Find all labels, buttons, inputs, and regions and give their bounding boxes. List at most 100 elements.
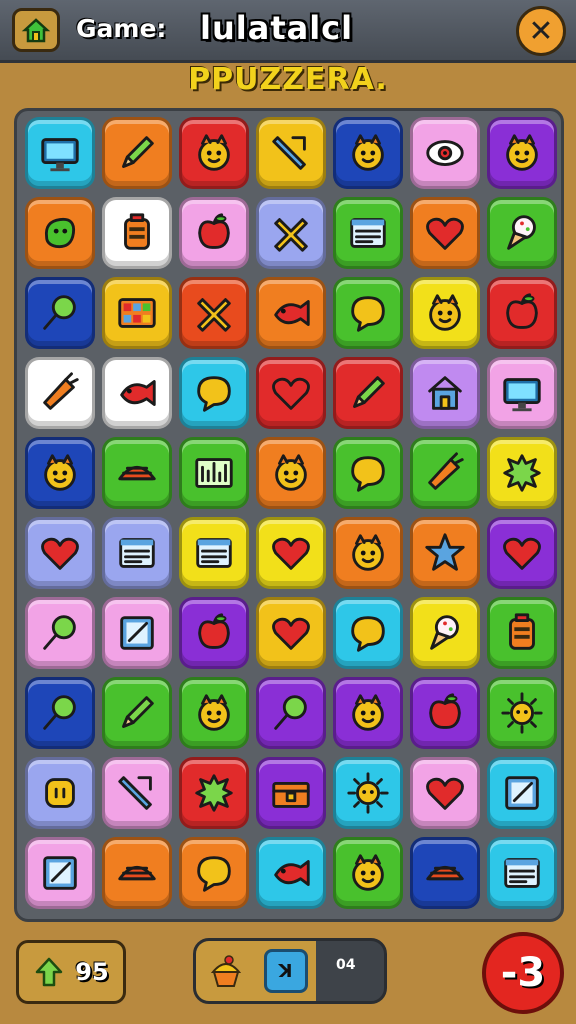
puzzle-tile[interactable] bbox=[179, 197, 249, 269]
puzzle-tile[interactable] bbox=[256, 437, 326, 509]
tool-icon bbox=[118, 776, 152, 810]
moves-counter-button[interactable]: -3 bbox=[482, 932, 564, 1014]
puzzle-tile[interactable] bbox=[410, 837, 480, 909]
puzzle-tile[interactable] bbox=[256, 357, 326, 429]
puzzle-tile[interactable] bbox=[102, 357, 172, 429]
puzzle-tile[interactable] bbox=[25, 757, 95, 829]
puzzle-tile[interactable] bbox=[410, 757, 480, 829]
puzzle-tile[interactable] bbox=[256, 197, 326, 269]
puzzle-tile[interactable] bbox=[256, 837, 326, 909]
puzzle-tile[interactable] bbox=[256, 677, 326, 749]
game-label: Game: bbox=[76, 14, 167, 43]
puzzle-tile[interactable] bbox=[410, 277, 480, 349]
puzzle-tile[interactable] bbox=[333, 277, 403, 349]
puzzle-tile[interactable] bbox=[102, 277, 172, 349]
apple-icon bbox=[429, 693, 461, 729]
puzzle-tile[interactable] bbox=[487, 517, 557, 589]
jar-icon bbox=[124, 213, 150, 250]
puzzle-tile[interactable] bbox=[25, 277, 95, 349]
star-icon bbox=[425, 533, 465, 571]
puzzle-tile[interactable] bbox=[410, 597, 480, 669]
critter-icon bbox=[506, 134, 538, 171]
puzzle-tile[interactable] bbox=[487, 597, 557, 669]
puzzle-tile[interactable] bbox=[410, 437, 480, 509]
puzzle-tile[interactable] bbox=[256, 277, 326, 349]
puzzle-tile[interactable] bbox=[487, 277, 557, 349]
puzzle-tile[interactable] bbox=[25, 437, 95, 509]
puzzle-tile[interactable] bbox=[179, 677, 249, 749]
puzzle-tile[interactable] bbox=[179, 517, 249, 589]
puzzle-tile[interactable] bbox=[102, 597, 172, 669]
puzzle-tile[interactable] bbox=[102, 197, 172, 269]
puzzle-tile[interactable] bbox=[333, 517, 403, 589]
puzzle-tile[interactable] bbox=[179, 757, 249, 829]
ball-icon bbox=[426, 865, 464, 881]
puzzle-tile[interactable] bbox=[256, 517, 326, 589]
puzzle-tile[interactable] bbox=[333, 197, 403, 269]
puzzle-tile[interactable] bbox=[487, 197, 557, 269]
tile-grid bbox=[25, 117, 559, 911]
puzzle-tile[interactable] bbox=[410, 197, 480, 269]
magnifier-icon bbox=[43, 295, 76, 330]
heart-icon bbox=[503, 537, 541, 570]
puzzle-tile[interactable] bbox=[487, 837, 557, 909]
puzzle-tile[interactable] bbox=[487, 117, 557, 189]
puzzle-tile[interactable] bbox=[487, 357, 557, 429]
puzzle-tile[interactable] bbox=[25, 837, 95, 909]
puzzle-tile[interactable] bbox=[179, 597, 249, 669]
puzzle-tile[interactable] bbox=[25, 197, 95, 269]
puzzle-tile[interactable] bbox=[179, 837, 249, 909]
puzzle-tile[interactable] bbox=[25, 357, 95, 429]
booster-count: 04 bbox=[336, 957, 356, 973]
puzzle-tile[interactable] bbox=[410, 117, 480, 189]
note-icon bbox=[196, 538, 232, 568]
cupcake-booster-icon[interactable] bbox=[205, 950, 247, 992]
puzzle-tile[interactable] bbox=[333, 677, 403, 749]
note-icon bbox=[504, 858, 540, 888]
eye-icon bbox=[426, 140, 464, 166]
puzzle-tile[interactable] bbox=[410, 357, 480, 429]
puzzle-tile[interactable] bbox=[102, 757, 172, 829]
icecream-icon bbox=[507, 215, 536, 250]
puzzle-tile[interactable] bbox=[256, 597, 326, 669]
heart-icon bbox=[41, 537, 79, 570]
puzzle-tile[interactable] bbox=[410, 517, 480, 589]
puzzle-tile[interactable] bbox=[487, 437, 557, 509]
puzzle-tile[interactable] bbox=[333, 757, 403, 829]
puzzle-tile[interactable] bbox=[102, 517, 172, 589]
score-value: 95 bbox=[75, 958, 109, 986]
puzzle-tile[interactable] bbox=[333, 437, 403, 509]
puzzle-tile[interactable] bbox=[333, 837, 403, 909]
puzzle-tile[interactable] bbox=[102, 117, 172, 189]
puzzle-tile[interactable] bbox=[333, 597, 403, 669]
puzzle-tile[interactable] bbox=[102, 677, 172, 749]
heart-icon bbox=[272, 537, 310, 570]
close-button[interactable]: ✕ bbox=[516, 6, 566, 56]
puzzle-tile[interactable] bbox=[25, 117, 95, 189]
puzzle-tile[interactable] bbox=[333, 357, 403, 429]
heart-icon bbox=[426, 777, 464, 810]
puzzle-tile[interactable] bbox=[179, 437, 249, 509]
home-button[interactable] bbox=[12, 8, 60, 52]
frame-icon bbox=[43, 856, 77, 890]
apple-icon bbox=[198, 613, 230, 649]
house-icon bbox=[428, 376, 462, 410]
letter-booster-button[interactable]: ꓘ bbox=[263, 949, 308, 993]
puzzle-tile[interactable] bbox=[179, 117, 249, 189]
puzzle-tile[interactable] bbox=[487, 677, 557, 749]
puzzle-tile[interactable] bbox=[410, 677, 480, 749]
puzzle-tile[interactable] bbox=[102, 837, 172, 909]
puzzle-tile[interactable] bbox=[256, 757, 326, 829]
carrot-icon bbox=[428, 452, 464, 490]
monitor-icon bbox=[503, 378, 541, 412]
puzzle-tile[interactable] bbox=[25, 517, 95, 589]
puzzle-tile[interactable] bbox=[179, 277, 249, 349]
puzzle-tile[interactable] bbox=[25, 597, 95, 669]
puzzle-tile[interactable] bbox=[102, 437, 172, 509]
bubble-icon bbox=[197, 376, 231, 412]
puzzle-tile[interactable] bbox=[333, 117, 403, 189]
puzzle-tile[interactable] bbox=[487, 757, 557, 829]
puzzle-tile[interactable] bbox=[25, 677, 95, 749]
puzzle-tile[interactable] bbox=[256, 117, 326, 189]
puzzle-tile[interactable] bbox=[179, 357, 249, 429]
